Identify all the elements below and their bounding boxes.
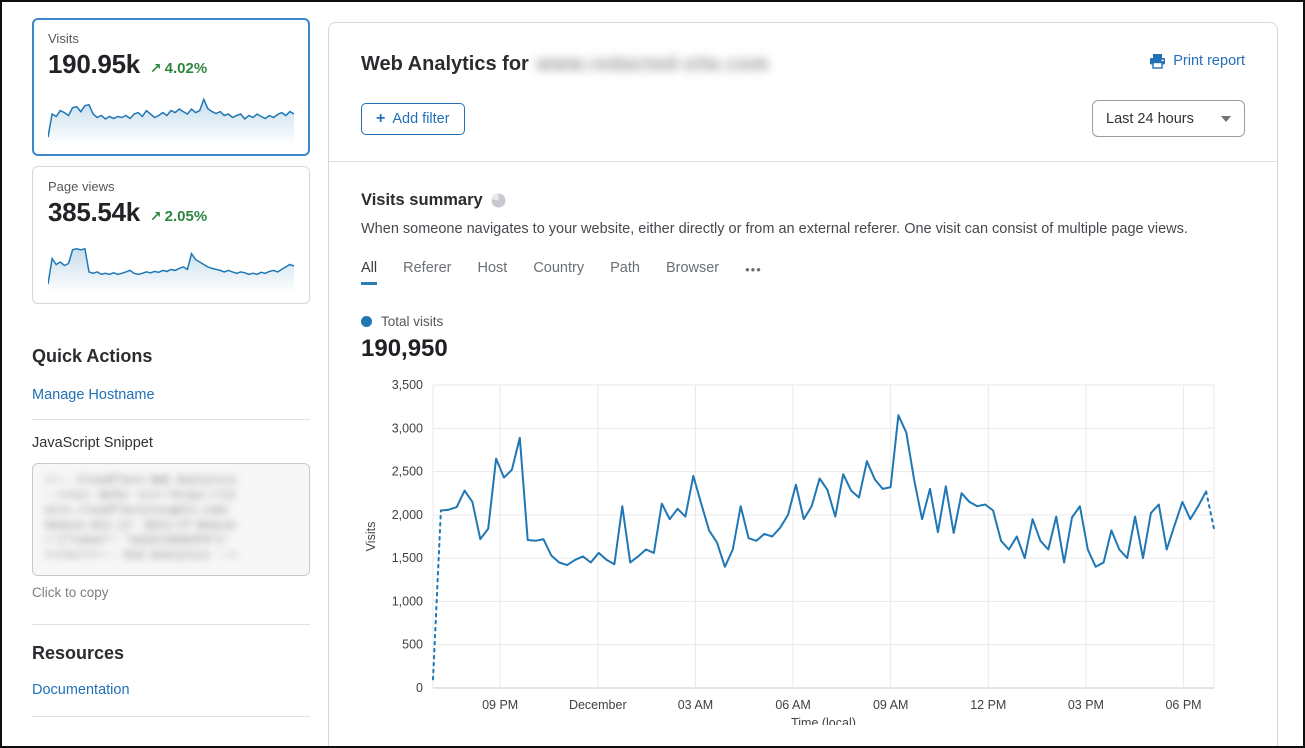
x-tick-label: 12 PM (970, 698, 1006, 712)
trend-up-icon: ↗ (150, 60, 162, 76)
series-line (441, 415, 1206, 567)
tab-all[interactable]: All (361, 260, 377, 285)
series-line-dashed (1206, 492, 1214, 529)
visits-summary-description: When someone navigates to your website, … (361, 221, 1245, 237)
javascript-snippet-box[interactable]: <!-- Cloudflare Web Analytics--><scr def… (32, 463, 310, 576)
redacted-snippet-line: <!-- Cloudflare Web Analytics (45, 474, 297, 489)
click-to-copy-hint: Click to copy (32, 585, 310, 600)
y-tick-label: 2,000 (392, 508, 423, 522)
sidebar: Visits 190.95k ↗4.02% Page views 385.54k… (2, 2, 310, 746)
stat-card-value: 190.95k (48, 49, 140, 80)
more-tabs-icon[interactable]: ••• (745, 262, 762, 283)
main-content: Web Analytics for www.redacted-site.com … (310, 2, 1305, 746)
legend-label: Total visits (381, 314, 443, 329)
plus-icon: + (376, 111, 385, 127)
stat-card-delta: ↗4.02% (150, 60, 207, 77)
x-tick-label: 03 PM (1068, 698, 1104, 712)
divider (32, 624, 310, 625)
javascript-snippet-label: JavaScript Snippet (32, 435, 310, 451)
line-chart: 0 500 1,000 1,500 2,000 2,500 3,000 3,500 09 PM D… (361, 375, 1245, 725)
tab-referer[interactable]: Referer (403, 260, 451, 285)
redacted-snippet-line: --><scr defer src='https://st (45, 489, 297, 504)
x-tick-label: December (569, 698, 627, 712)
stat-card-visits[interactable]: Visits 190.95k ↗4.02% (32, 18, 310, 156)
y-axis-title: Visits (364, 522, 378, 552)
x-tick-label: 03 AM (678, 698, 713, 712)
x-tick-label: 09 PM (482, 698, 518, 712)
stat-card-label: Visits (48, 31, 294, 46)
legend-dot-icon (361, 316, 372, 327)
tab-browser[interactable]: Browser (666, 260, 719, 285)
dimension-tabs: All Referer Host Country Path Browser ••• (361, 260, 1245, 285)
redacted-snippet-line: atic.cloudflareinsights.com/ (45, 504, 297, 519)
visits-chart: 0 500 1,000 1,500 2,000 2,500 3,000 3,500 09 PM D… (361, 375, 1245, 725)
y-tick-label: 500 (402, 638, 423, 652)
divider (32, 716, 310, 717)
page-views-sparkline (48, 236, 294, 293)
y-tick-label: 1,000 (392, 594, 423, 608)
x-tick-label: 06 PM (1165, 698, 1201, 712)
page: Visits 190.95k ↗4.02% Page views 385.54k… (2, 2, 1303, 746)
stat-card-page-views[interactable]: Page views 385.54k ↗2.05% (32, 166, 310, 304)
y-tick-label: 3,500 (392, 378, 423, 392)
tab-host[interactable]: Host (477, 260, 507, 285)
quick-actions-heading: Quick Actions (32, 346, 310, 367)
visits-summary-heading: Visits summary (361, 191, 483, 210)
chart-legend: Total visits (361, 314, 1245, 329)
pie-chart-help-icon[interactable] (491, 193, 506, 208)
y-tick-label: 1,500 (392, 551, 423, 565)
trend-up-icon: ↗ (150, 208, 162, 224)
page-title: Web Analytics for www.redacted-site.com (361, 53, 769, 76)
visits-sparkline (48, 88, 294, 145)
x-tick-label: 06 AM (775, 698, 810, 712)
chevron-down-icon (1221, 116, 1231, 122)
x-tick-label: 09 AM (873, 698, 908, 712)
y-tick-label: 2,500 (392, 465, 423, 479)
series-line-dashed (433, 511, 441, 680)
stat-card-value: 385.54k (48, 197, 140, 228)
redacted-snippet-line: beacon.min.js' data-cf-beacon (45, 519, 297, 534)
y-tick-label: 0 (416, 681, 423, 695)
tab-country[interactable]: Country (533, 260, 584, 285)
visits-summary-section: Visits summary When someone navigates to… (329, 162, 1277, 725)
resources-heading: Resources (32, 643, 310, 664)
manage-hostname-link[interactable]: Manage Hostname (32, 387, 155, 403)
analytics-card: Web Analytics for www.redacted-site.com … (328, 22, 1278, 746)
printer-icon (1149, 53, 1166, 69)
redacted-snippet-line: ></scr><!-- End Analytics --> (45, 549, 297, 564)
analytics-header: Web Analytics for www.redacted-site.com … (329, 23, 1277, 161)
total-visits-value: 190,950 (361, 335, 1245, 363)
x-axis-title: Time (local) (791, 716, 856, 725)
divider (32, 419, 310, 420)
stat-card-delta: ↗2.05% (150, 208, 207, 225)
print-report-button[interactable]: Print report (1149, 53, 1245, 69)
redacted-snippet-line: ='{"token": "a1b2c3d4e5f6"}' (45, 534, 297, 549)
redacted-domain: www.redacted-site.com (537, 54, 770, 76)
stat-card-label: Page views (48, 179, 294, 194)
documentation-link[interactable]: Documentation (32, 682, 130, 698)
tab-path[interactable]: Path (610, 260, 640, 285)
add-filter-button[interactable]: + Add filter (361, 103, 465, 135)
time-range-dropdown[interactable]: Last 24 hours (1092, 100, 1245, 137)
y-tick-label: 3,000 (392, 421, 423, 435)
